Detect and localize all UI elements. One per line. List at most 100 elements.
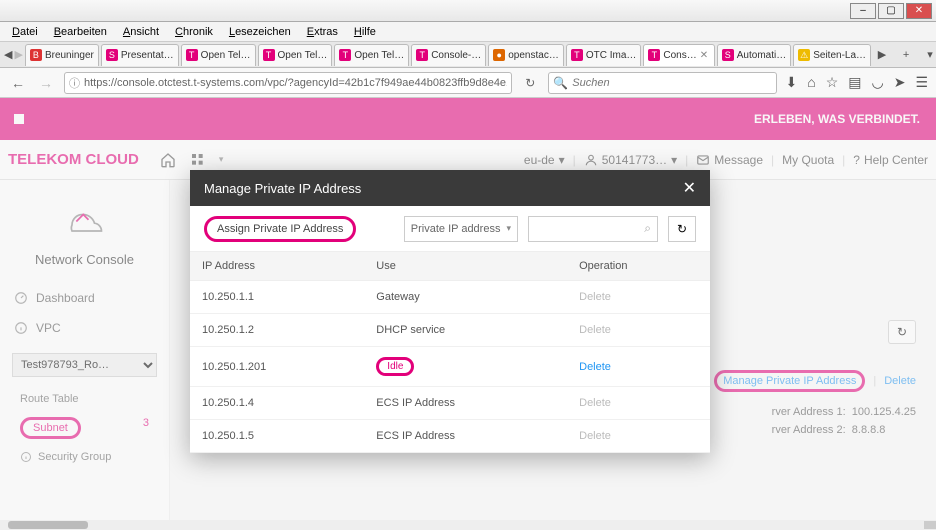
send-icon[interactable]: ➤ <box>894 74 906 91</box>
filter-type-select[interactable]: Private IP address <box>404 216 518 242</box>
browser-tab[interactable]: ⚠Seiten-La… <box>793 44 871 66</box>
search-icon: ⌕ <box>644 221 651 236</box>
cell-ip: 10.250.1.2 <box>190 314 364 347</box>
cell-use: Idle <box>364 347 567 387</box>
browser-tab[interactable]: TOpen Tel… <box>334 44 409 66</box>
tab-label: Cons… <box>663 50 696 61</box>
bookmark-icon[interactable]: ☆ <box>826 74 839 91</box>
horizontal-scrollbar[interactable] <box>0 520 936 530</box>
menu-ansicht[interactable]: Ansicht <box>115 24 167 40</box>
favicon: ● <box>493 49 505 61</box>
browser-tab[interactable]: TOTC Ima… <box>566 44 642 66</box>
ip-table: IP Address Use Operation 10.250.1.1Gatew… <box>190 252 710 453</box>
browser-tabstrip: ◀ ▶ BBreuningerSPresentat…TOpen Tel…TOpe… <box>0 42 936 68</box>
window-maximize-button[interactable]: ▢ <box>878 3 904 19</box>
modal-title: Manage Private IP Address <box>204 181 361 196</box>
favicon: S <box>722 49 734 61</box>
home-icon[interactable]: ⌂ <box>807 74 815 91</box>
table-row: 10.250.1.2DHCP serviceDelete <box>190 314 710 347</box>
cell-ip: 10.250.1.5 <box>190 420 364 453</box>
menubar: DateiBearbeitenAnsichtChronikLesezeichen… <box>0 22 936 42</box>
favicon: T <box>648 49 660 61</box>
menu-icon[interactable]: ☰ <box>915 74 928 91</box>
col-use: Use <box>364 252 567 281</box>
cell-use: ECS IP Address <box>364 420 567 453</box>
favicon: T <box>186 49 198 61</box>
modal-close-button[interactable]: ✕ <box>683 178 696 198</box>
tab-label: OTC Ima… <box>586 50 637 61</box>
menu-lesezeichen[interactable]: Lesezeichen <box>221 24 299 40</box>
favicon: T <box>263 49 275 61</box>
favicon: ⚠ <box>798 49 810 61</box>
url-input[interactable] <box>84 77 507 89</box>
tab-label: Open Tel… <box>278 50 328 61</box>
browser-tab[interactable]: TOpen Tel… <box>181 44 256 66</box>
nav-fwd-button[interactable]: → <box>36 73 56 93</box>
library-icon[interactable]: ▤ <box>848 74 861 91</box>
tab-label: Seiten-La… <box>813 50 866 61</box>
delete-ip-link: Delete <box>567 387 710 420</box>
browser-tab[interactable]: SPresentat… <box>101 44 179 66</box>
delete-ip-link: Delete <box>567 420 710 453</box>
downloads-icon[interactable]: ⬇ <box>785 74 797 91</box>
scrollbar-thumb[interactable] <box>8 521 88 529</box>
tab-label: Open Tel… <box>201 50 251 61</box>
table-row: 10.250.1.1GatewayDelete <box>190 281 710 314</box>
pocket-icon[interactable]: ◡ <box>871 74 883 91</box>
menu-extras[interactable]: Extras <box>299 24 346 40</box>
manage-private-ip-modal: Manage Private IP Address ✕ Assign Priva… <box>190 170 710 453</box>
favicon: B <box>30 49 42 61</box>
menu-datei[interactable]: Datei <box>4 24 46 40</box>
cell-ip: 10.250.1.1 <box>190 281 364 314</box>
delete-ip-link: Delete <box>567 314 710 347</box>
favicon: T <box>571 49 583 61</box>
site-identity-icon[interactable]: ⓘ <box>69 75 80 91</box>
idle-badge: Idle <box>376 357 414 376</box>
tab-label: Console-… <box>431 50 481 61</box>
favicon: T <box>416 49 428 61</box>
tab-close-button[interactable]: ✕ <box>700 50 710 61</box>
new-tab-button[interactable]: + <box>897 46 915 64</box>
table-row: 10.250.1.5ECS IP AddressDelete <box>190 420 710 453</box>
window-minimize-button[interactable]: – <box>850 3 876 19</box>
urlbar: ← → ⓘ ↻ 🔍 ⬇ ⌂ ☆ ▤ ◡ ➤ ☰ <box>0 68 936 98</box>
tab-label: Breuninger <box>45 50 94 61</box>
nav-back-button[interactable]: ← <box>8 73 28 93</box>
browser-tab[interactable]: TCons… ✕ <box>643 44 714 66</box>
col-op: Operation <box>567 252 710 281</box>
search-input[interactable] <box>572 77 772 89</box>
modal-reload-button[interactable]: ↻ <box>668 216 696 242</box>
browser-tab[interactable]: TOpen Tel… <box>258 44 333 66</box>
tab-nav-fwd[interactable]: ▶ <box>14 46 22 64</box>
window-close-button[interactable]: ✕ <box>906 3 932 19</box>
menu-hilfe[interactable]: Hilfe <box>346 24 384 40</box>
reload-button[interactable]: ↻ <box>520 73 540 93</box>
modal-toolbar: Assign Private IP Address Private IP add… <box>190 206 710 252</box>
menu-chronik[interactable]: Chronik <box>167 24 221 40</box>
tab-label: openstac… <box>508 50 559 61</box>
cell-ip: 10.250.1.4 <box>190 387 364 420</box>
tab-scroll-right[interactable]: ▶ <box>873 46 891 64</box>
table-row: 10.250.1.4ECS IP AddressDelete <box>190 387 710 420</box>
browser-tab[interactable]: BBreuninger <box>25 44 99 66</box>
delete-ip-link: Delete <box>567 281 710 314</box>
browser-tab[interactable]: ●openstac… <box>488 44 564 66</box>
tab-list-button[interactable]: ▾ <box>921 46 936 64</box>
favicon: S <box>106 49 118 61</box>
url-input-wrap[interactable]: ⓘ <box>64 72 512 94</box>
browser-tab[interactable]: SAutomati… <box>717 44 791 66</box>
search-box[interactable]: 🔍 <box>548 72 777 94</box>
modal-header: Manage Private IP Address ✕ <box>190 170 710 206</box>
filter-input[interactable]: ⌕ <box>528 216 658 242</box>
tab-label: Automati… <box>737 50 786 61</box>
search-icon: 🔍 <box>553 76 568 90</box>
col-ip: IP Address <box>190 252 364 281</box>
cell-use: ECS IP Address <box>364 387 567 420</box>
assign-private-ip-button[interactable]: Assign Private IP Address <box>204 216 356 242</box>
cell-ip: 10.250.1.201 <box>190 347 364 387</box>
delete-ip-link[interactable]: Delete <box>567 347 710 387</box>
browser-tab[interactable]: TConsole-… <box>411 44 486 66</box>
scrollbar-button[interactable] <box>924 521 936 529</box>
tab-nav-back[interactable]: ◀ <box>4 46 12 64</box>
menu-bearbeiten[interactable]: Bearbeiten <box>46 24 115 40</box>
